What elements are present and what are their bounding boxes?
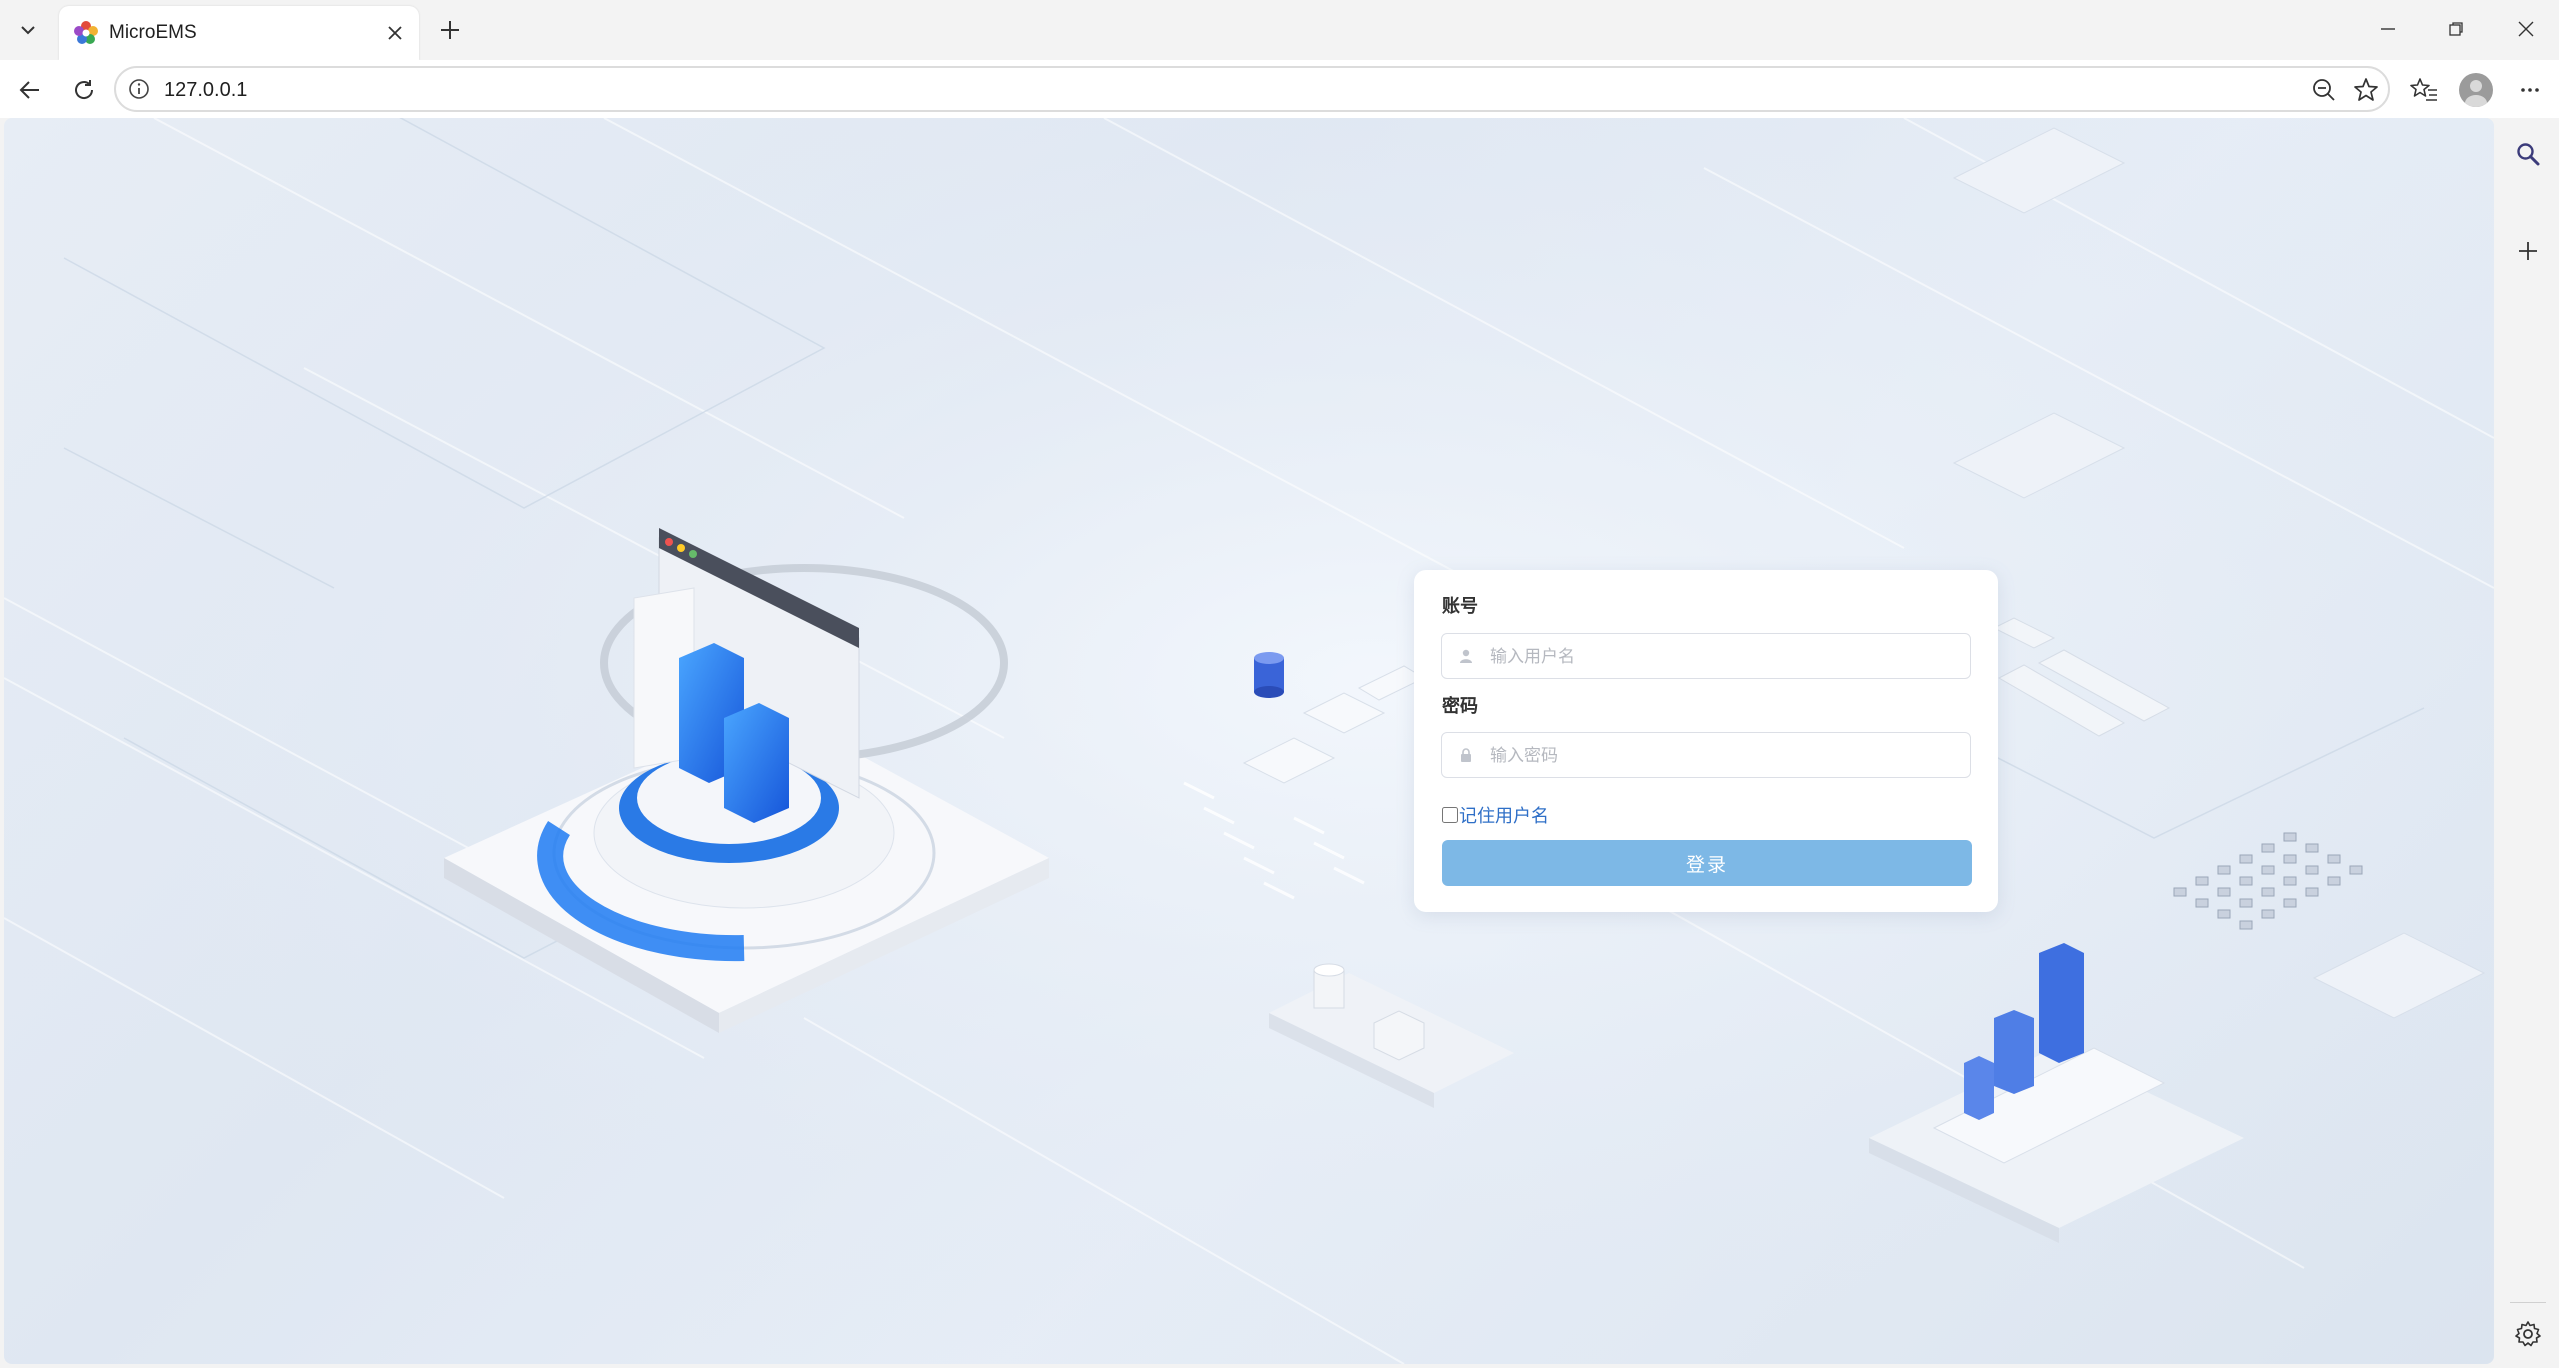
sidebar-search-button[interactable]	[2508, 134, 2548, 174]
more-icon	[2521, 88, 2539, 92]
tab-microems[interactable]: MicroEMS	[59, 6, 419, 60]
new-tab-button[interactable]	[430, 12, 470, 48]
site-info-button[interactable]	[126, 76, 152, 102]
login-button[interactable]: 登录	[1442, 840, 1972, 886]
remember-label: 记住用户名	[1459, 806, 1549, 826]
background-illustration	[4, 118, 2494, 1364]
gear-icon	[2515, 1321, 2541, 1347]
password-label: 密码	[1442, 696, 1478, 716]
password-input[interactable]	[1488, 733, 1962, 779]
back-arrow-icon	[19, 81, 39, 99]
address-bar[interactable]: 127.0.0.1	[114, 66, 2390, 112]
remember-checkbox[interactable]	[1442, 807, 1458, 823]
zoom-out-icon	[2313, 79, 2335, 101]
favorites-button[interactable]	[2404, 70, 2444, 110]
more-button[interactable]	[2510, 70, 2550, 110]
tab-close-button[interactable]	[381, 19, 409, 47]
browser-sidebar	[2496, 118, 2559, 1368]
reload-icon	[75, 80, 94, 99]
restore-button[interactable]	[2428, 8, 2484, 50]
star-icon	[2354, 78, 2378, 101]
url-text: 127.0.0.1	[164, 79, 248, 101]
sidebar-settings-button[interactable]	[2508, 1314, 2548, 1354]
profile-avatar-icon	[2459, 73, 2493, 107]
page-viewport: 账号 密码 记住用户名 登录	[4, 118, 2494, 1364]
minimize-icon	[2381, 28, 2395, 30]
tab-list-button[interactable]	[10, 12, 46, 48]
window-close-button[interactable]	[2498, 8, 2554, 50]
tab-title: MicroEMS	[109, 22, 197, 43]
plus-icon	[441, 21, 459, 39]
tab-strip: MicroEMS	[0, 0, 2559, 60]
search-icon	[2517, 143, 2540, 166]
username-field[interactable]	[1441, 633, 1971, 680]
plus-icon	[2519, 242, 2537, 260]
favorites-list-icon	[2410, 78, 2437, 101]
restore-icon	[2449, 22, 2463, 36]
username-input[interactable]	[1488, 634, 1962, 680]
chevron-down-icon	[21, 26, 35, 35]
back-button[interactable]	[10, 70, 50, 110]
info-icon	[129, 79, 149, 99]
account-label: 账号	[1442, 596, 1478, 616]
lock-icon	[1456, 745, 1476, 765]
sidebar-divider	[2510, 1302, 2546, 1303]
user-icon	[1456, 646, 1476, 666]
zoom-button[interactable]	[2308, 74, 2340, 106]
flower-icon	[74, 21, 98, 44]
close-icon	[388, 26, 402, 40]
reload-button[interactable]	[64, 70, 104, 110]
add-favorite-button[interactable]	[2350, 74, 2382, 106]
password-field[interactable]	[1441, 732, 1971, 779]
close-icon	[2518, 21, 2534, 37]
minimize-button[interactable]	[2360, 8, 2416, 50]
sidebar-add-button[interactable]	[2508, 231, 2548, 271]
login-card: 账号 密码 记住用户名 登录	[1414, 570, 1998, 912]
remember-username[interactable]: 记住用户名	[1442, 804, 1549, 826]
profile-button[interactable]	[2456, 70, 2496, 110]
